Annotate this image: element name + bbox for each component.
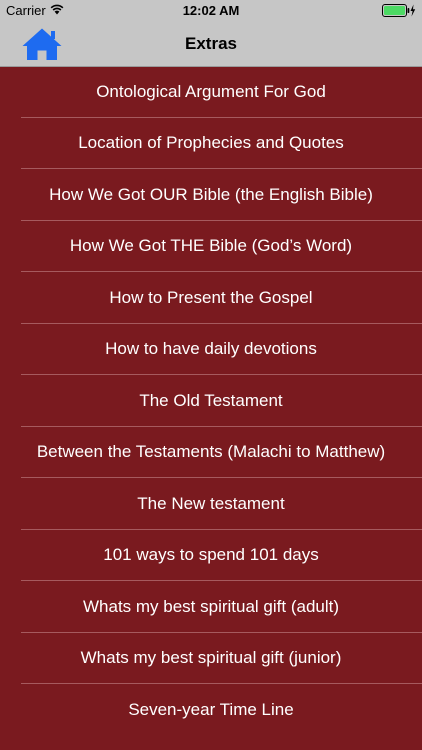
list-item-time-line[interactable]: Seven-year Time Line bbox=[0, 684, 422, 736]
battery-charging-icon bbox=[382, 4, 416, 20]
list-item-label: How to have daily devotions bbox=[105, 339, 317, 359]
list-item-label: Ontological Argument For God bbox=[96, 81, 326, 101]
status-bar: Carrier 12:02 AM bbox=[0, 0, 422, 22]
list-item-101-ways[interactable]: 101 ways to spend 101 days bbox=[0, 530, 422, 582]
list-item-present-gospel[interactable]: How to Present the Gospel bbox=[0, 272, 422, 324]
list-item-label: Seven-year Time Line bbox=[128, 699, 294, 719]
list-item-prophecies-quotes[interactable]: Location of Prophecies and Quotes bbox=[0, 118, 422, 170]
list-item-label: The New testament bbox=[137, 493, 285, 513]
list-item-label: Whats my best spiritual gift (adult) bbox=[82, 596, 340, 616]
list-item-label: 101 ways to spend 101 days bbox=[103, 545, 319, 565]
list-item-label: Location of Prophecies and Quotes bbox=[78, 133, 344, 153]
list-item-label: How We Got OUR Bible (the English Bible) bbox=[49, 184, 373, 204]
list-item-label: How to Present the Gospel bbox=[109, 287, 313, 307]
status-time: 12:02 AM bbox=[182, 3, 240, 18]
list-item-the-bible[interactable]: How We Got THE Bible (God’s Word) bbox=[0, 221, 422, 273]
list-item-new-testament[interactable]: The New testament bbox=[0, 478, 422, 530]
list-item-daily-devotions[interactable]: How to have daily devotions bbox=[0, 324, 422, 376]
list-item-label: How We Got THE Bible (God’s Word) bbox=[69, 236, 353, 256]
list-item-old-testament[interactable]: The Old Testament bbox=[0, 375, 422, 427]
page-title: Extras bbox=[185, 34, 237, 53]
status-right bbox=[382, 4, 416, 20]
list-item-label: The Old Testament bbox=[139, 390, 283, 410]
list-item-our-bible[interactable]: How We Got OUR Bible (the English Bible) bbox=[0, 169, 422, 221]
navigation-bar: Extras bbox=[0, 22, 422, 67]
list-item-label: Between the Testaments (Malachi to Matth… bbox=[36, 442, 386, 462]
list-item-spiritual-gift-junior[interactable]: Whats my best spiritual gift (junior) bbox=[0, 633, 422, 685]
list-item-between-testaments[interactable]: Between the Testaments (Malachi to Matth… bbox=[0, 427, 422, 479]
list-item-ontological-argument[interactable]: Ontological Argument For God bbox=[0, 66, 422, 118]
list-item-label: Whats my best spiritual gift (junior) bbox=[80, 648, 342, 668]
list-item-spiritual-gift-adult[interactable]: Whats my best spiritual gift (adult) bbox=[0, 581, 422, 633]
extras-list: Ontological Argument For God Location of… bbox=[0, 66, 422, 736]
